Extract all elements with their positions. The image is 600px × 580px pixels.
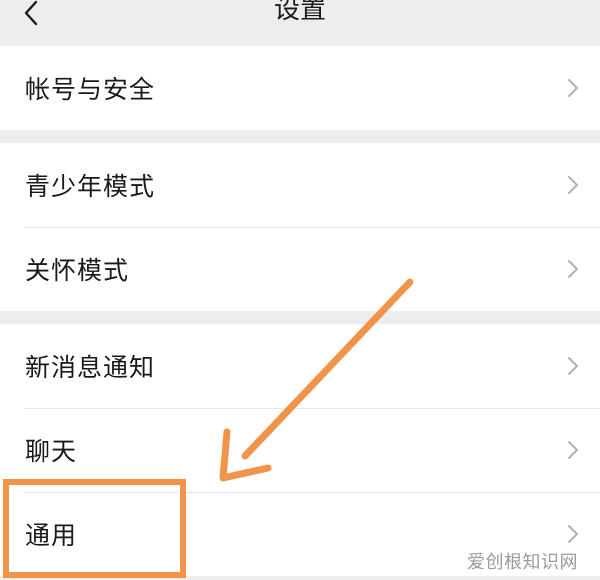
settings-item-label: 帐号与安全	[25, 75, 156, 104]
settings-item-label: 青少年模式	[25, 172, 156, 201]
settings-item-youth-mode[interactable]: 青少年模式	[0, 143, 600, 227]
settings-item-notifications[interactable]: 新消息通知	[0, 324, 600, 408]
chevron-right-icon	[568, 525, 578, 543]
settings-item-account-security[interactable]: 帐号与安全	[0, 46, 600, 130]
settings-item-label: 关怀模式	[25, 256, 130, 285]
chevron-right-icon	[568, 441, 578, 459]
chevron-right-icon	[568, 79, 578, 97]
settings-group-modes: 青少年模式 关怀模式	[0, 143, 600, 311]
settings-item-label: 聊天	[25, 437, 78, 466]
chevron-right-icon	[568, 357, 578, 375]
chevron-right-icon	[568, 260, 578, 278]
page-title: 设置	[273, 0, 326, 25]
highlight-box	[3, 479, 186, 578]
watermark: 爱创根知识网	[467, 552, 578, 573]
chevron-right-icon	[568, 176, 578, 194]
nav-bar: 设置	[0, 0, 600, 44]
settings-item-care-mode[interactable]: 关怀模式	[0, 227, 600, 311]
settings-item-label: 新消息通知	[25, 353, 156, 382]
settings-group-account: 帐号与安全	[0, 46, 600, 130]
